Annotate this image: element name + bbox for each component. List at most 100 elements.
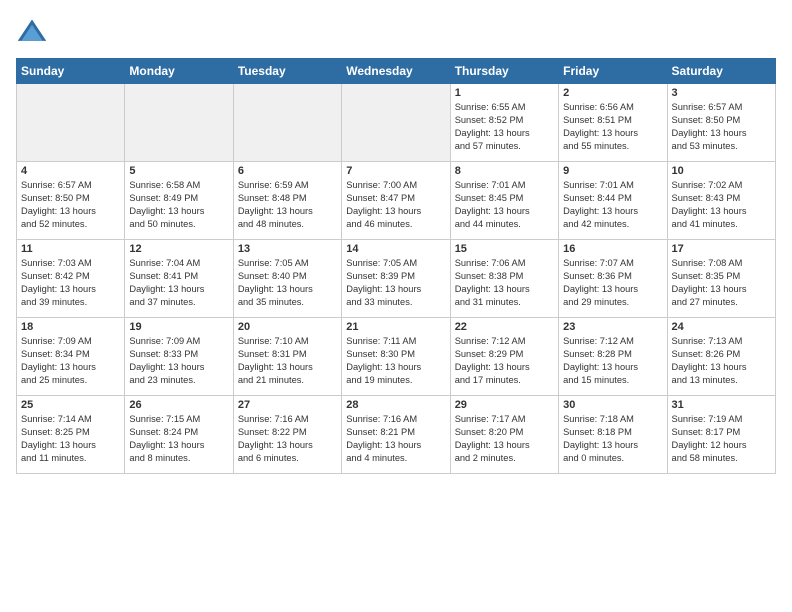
- calendar-day: [233, 84, 341, 162]
- day-info: Sunrise: 6:56 AM Sunset: 8:51 PM Dayligh…: [563, 101, 662, 153]
- calendar-day: 31 Sunrise: 7:19 AM Sunset: 8:17 PM Dayli…: [667, 396, 775, 474]
- day-number: 7: [346, 165, 445, 177]
- calendar-day: 8Sunrise: 7:01 AM Sunset: 8:45 PM Daylig…: [450, 162, 558, 240]
- calendar-day: [125, 84, 233, 162]
- calendar-day: 12 Sunrise: 7:04 AM Sunset: 8:41 PM Dayli…: [125, 240, 233, 318]
- day-number: 13: [238, 243, 337, 255]
- calendar-day: 9 Sunrise: 7:01 AM Sunset: 8:44 PM Daylig…: [559, 162, 667, 240]
- day-info: Sunrise: 7:02 AM Sunset: 8:43 PM Dayligh…: [672, 179, 771, 231]
- day-number: 9: [563, 165, 662, 177]
- day-number: 18: [21, 321, 120, 333]
- day-info: Sunrise: 7:13 AM Sunset: 8:26 PM Dayligh…: [672, 335, 771, 387]
- calendar-day: 6 Sunrise: 6:59 AM Sunset: 8:48 PM Daylig…: [233, 162, 341, 240]
- day-info: Sunrise: 7:09 AM Sunset: 8:34 PM Dayligh…: [21, 335, 120, 387]
- day-info: Sunrise: 7:14 AM Sunset: 8:25 PM Dayligh…: [21, 413, 120, 465]
- day-info: Sunrise: 7:10 AM Sunset: 8:31 PM Dayligh…: [238, 335, 337, 387]
- calendar-day: 24 Sunrise: 7:13 AM Sunset: 8:26 PM Dayli…: [667, 318, 775, 396]
- day-number: 2: [563, 87, 662, 99]
- day-number: 4: [21, 165, 120, 177]
- calendar-day: 5 Sunrise: 6:58 AM Sunset: 8:49 PM Daylig…: [125, 162, 233, 240]
- weekday-header-row: SundayMondayTuesdayWednesdayThursdayFrid…: [17, 59, 776, 84]
- calendar-day: 7Sunrise: 7:00 AM Sunset: 8:47 PM Daylig…: [342, 162, 450, 240]
- day-number: 10: [672, 165, 771, 177]
- weekday-header-sunday: Sunday: [17, 59, 125, 84]
- day-number: 29: [455, 399, 554, 411]
- day-number: 25: [21, 399, 120, 411]
- calendar-day: 3 Sunrise: 6:57 AM Sunset: 8:50 PM Daylig…: [667, 84, 775, 162]
- calendar-week-3: 11 Sunrise: 7:03 AM Sunset: 8:42 PM Dayli…: [17, 240, 776, 318]
- day-info: Sunrise: 7:19 AM Sunset: 8:17 PM Dayligh…: [672, 413, 771, 465]
- calendar-week-1: 1 Sunrise: 6:55 AM Sunset: 8:52 PM Daylig…: [17, 84, 776, 162]
- calendar-day: 26 Sunrise: 7:15 AM Sunset: 8:24 PM Dayli…: [125, 396, 233, 474]
- day-info: Sunrise: 7:11 AM Sunset: 8:30 PM Dayligh…: [346, 335, 445, 387]
- weekday-header-saturday: Saturday: [667, 59, 775, 84]
- weekday-header-friday: Friday: [559, 59, 667, 84]
- calendar-day: 18 Sunrise: 7:09 AM Sunset: 8:34 PM Dayli…: [17, 318, 125, 396]
- calendar-day: [17, 84, 125, 162]
- weekday-header-tuesday: Tuesday: [233, 59, 341, 84]
- day-number: 20: [238, 321, 337, 333]
- day-number: 31: [672, 399, 771, 411]
- day-info: Sunrise: 7:06 AM Sunset: 8:38 PM Dayligh…: [455, 257, 554, 309]
- calendar-table: SundayMondayTuesdayWednesdayThursdayFrid…: [16, 58, 776, 474]
- day-info: Sunrise: 7:18 AM Sunset: 8:18 PM Dayligh…: [563, 413, 662, 465]
- day-number: 19: [129, 321, 228, 333]
- day-number: 5: [129, 165, 228, 177]
- calendar-day: 25 Sunrise: 7:14 AM Sunset: 8:25 PM Dayli…: [17, 396, 125, 474]
- day-info: Sunrise: 6:55 AM Sunset: 8:52 PM Dayligh…: [455, 101, 554, 153]
- day-info: Sunrise: 7:16 AM Sunset: 8:21 PM Dayligh…: [346, 413, 445, 465]
- calendar-day: 13 Sunrise: 7:05 AM Sunset: 8:40 PM Dayli…: [233, 240, 341, 318]
- day-info: Sunrise: 7:01 AM Sunset: 8:44 PM Dayligh…: [563, 179, 662, 231]
- calendar-day: 17Sunrise: 7:08 AM Sunset: 8:35 PM Dayli…: [667, 240, 775, 318]
- day-info: Sunrise: 6:57 AM Sunset: 8:50 PM Dayligh…: [672, 101, 771, 153]
- day-info: Sunrise: 7:12 AM Sunset: 8:28 PM Dayligh…: [563, 335, 662, 387]
- calendar-day: 1 Sunrise: 6:55 AM Sunset: 8:52 PM Daylig…: [450, 84, 558, 162]
- day-info: Sunrise: 7:17 AM Sunset: 8:20 PM Dayligh…: [455, 413, 554, 465]
- day-info: Sunrise: 7:03 AM Sunset: 8:42 PM Dayligh…: [21, 257, 120, 309]
- calendar-body: 1 Sunrise: 6:55 AM Sunset: 8:52 PM Daylig…: [17, 84, 776, 474]
- day-info: Sunrise: 6:58 AM Sunset: 8:49 PM Dayligh…: [129, 179, 228, 231]
- day-number: 21: [346, 321, 445, 333]
- calendar-day: 21 Sunrise: 7:11 AM Sunset: 8:30 PM Dayli…: [342, 318, 450, 396]
- day-number: 1: [455, 87, 554, 99]
- page-header: [16, 16, 776, 48]
- calendar-day: 27 Sunrise: 7:16 AM Sunset: 8:22 PM Dayli…: [233, 396, 341, 474]
- day-number: 14: [346, 243, 445, 255]
- weekday-header-thursday: Thursday: [450, 59, 558, 84]
- day-info: Sunrise: 7:07 AM Sunset: 8:36 PM Dayligh…: [563, 257, 662, 309]
- day-number: 27: [238, 399, 337, 411]
- calendar-day: 16Sunrise: 7:07 AM Sunset: 8:36 PM Dayli…: [559, 240, 667, 318]
- weekday-header-wednesday: Wednesday: [342, 59, 450, 84]
- day-number: 28: [346, 399, 445, 411]
- weekday-header-monday: Monday: [125, 59, 233, 84]
- day-info: Sunrise: 7:15 AM Sunset: 8:24 PM Dayligh…: [129, 413, 228, 465]
- page-container: SundayMondayTuesdayWednesdayThursdayFrid…: [0, 0, 792, 484]
- day-number: 30: [563, 399, 662, 411]
- calendar-day: [342, 84, 450, 162]
- day-number: 23: [563, 321, 662, 333]
- day-info: Sunrise: 6:57 AM Sunset: 8:50 PM Dayligh…: [21, 179, 120, 231]
- day-info: Sunrise: 7:09 AM Sunset: 8:33 PM Dayligh…: [129, 335, 228, 387]
- calendar-day: 20 Sunrise: 7:10 AM Sunset: 8:31 PM Dayli…: [233, 318, 341, 396]
- day-info: Sunrise: 7:16 AM Sunset: 8:22 PM Dayligh…: [238, 413, 337, 465]
- day-number: 17: [672, 243, 771, 255]
- day-number: 6: [238, 165, 337, 177]
- calendar-week-4: 18 Sunrise: 7:09 AM Sunset: 8:34 PM Dayli…: [17, 318, 776, 396]
- day-number: 26: [129, 399, 228, 411]
- calendar-day: 22Sunrise: 7:12 AM Sunset: 8:29 PM Dayli…: [450, 318, 558, 396]
- day-number: 3: [672, 87, 771, 99]
- calendar-day: 15Sunrise: 7:06 AM Sunset: 8:38 PM Dayli…: [450, 240, 558, 318]
- day-number: 11: [21, 243, 120, 255]
- calendar-header: SundayMondayTuesdayWednesdayThursdayFrid…: [17, 59, 776, 84]
- day-info: Sunrise: 7:04 AM Sunset: 8:41 PM Dayligh…: [129, 257, 228, 309]
- day-number: 22: [455, 321, 554, 333]
- calendar-day: 2 Sunrise: 6:56 AM Sunset: 8:51 PM Daylig…: [559, 84, 667, 162]
- calendar-day: 19 Sunrise: 7:09 AM Sunset: 8:33 PM Dayli…: [125, 318, 233, 396]
- calendar-week-5: 25 Sunrise: 7:14 AM Sunset: 8:25 PM Dayli…: [17, 396, 776, 474]
- day-number: 24: [672, 321, 771, 333]
- calendar-day: 23 Sunrise: 7:12 AM Sunset: 8:28 PM Dayli…: [559, 318, 667, 396]
- day-info: Sunrise: 7:05 AM Sunset: 8:40 PM Dayligh…: [238, 257, 337, 309]
- calendar-day: 30 Sunrise: 7:18 AM Sunset: 8:18 PM Dayli…: [559, 396, 667, 474]
- day-number: 12: [129, 243, 228, 255]
- day-info: Sunrise: 6:59 AM Sunset: 8:48 PM Dayligh…: [238, 179, 337, 231]
